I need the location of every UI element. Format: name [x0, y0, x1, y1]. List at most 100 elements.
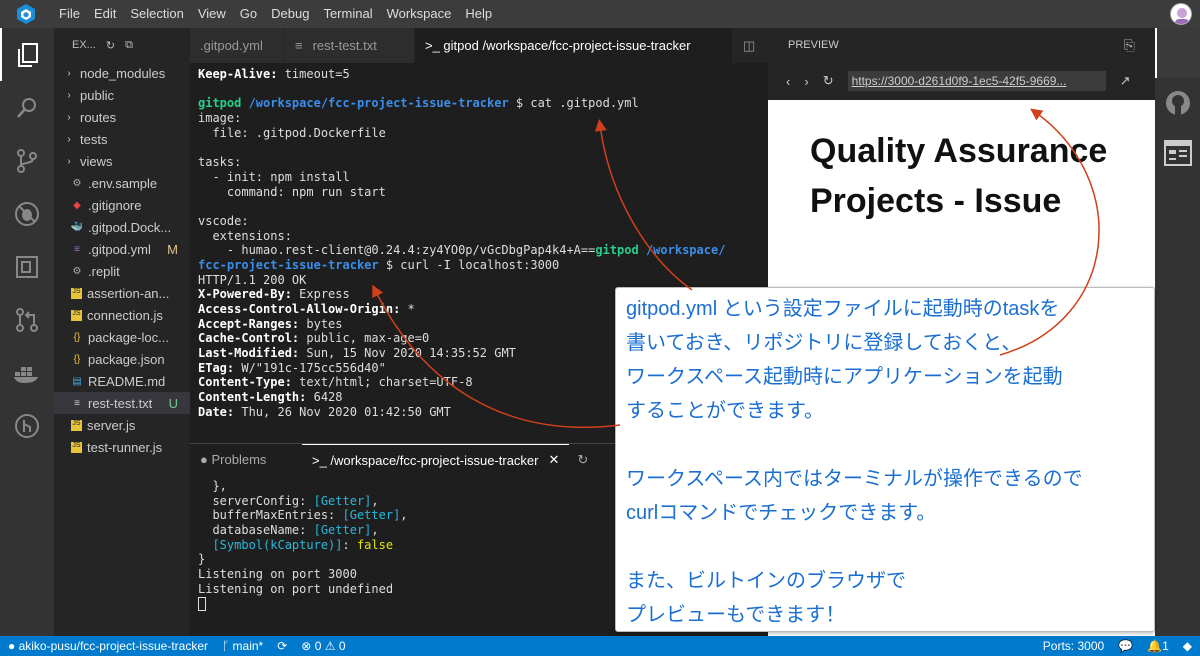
bell-icon: 🔔 — [1147, 639, 1163, 653]
folder-item[interactable]: › routes — [54, 106, 190, 128]
menu-item-edit[interactable]: Edit — [87, 0, 123, 28]
split-editor-icon[interactable]: ◫ — [733, 28, 768, 63]
file-name: test-runner.js — [87, 439, 163, 455]
chat-icon[interactable]: 💬 — [1118, 639, 1133, 653]
file-name: public — [80, 87, 114, 103]
chevron-right-icon: › — [67, 111, 71, 123]
docker-icon[interactable] — [0, 346, 54, 399]
terminal-text: bufferMaxEntries: — [198, 508, 343, 523]
status-problems[interactable]: ⊗ 0 ⚠ 0 — [301, 639, 345, 653]
tab-problems[interactable]: ● Problems — [190, 452, 302, 467]
menu-item-file[interactable]: File — [52, 0, 87, 28]
docker-file-icon: 🐳 — [70, 221, 84, 233]
terminal-text: }, — [198, 479, 227, 493]
debug-icon[interactable] — [0, 187, 54, 240]
file-item[interactable]: JS connection.js — [54, 304, 190, 326]
menu-item-go[interactable]: Go — [233, 0, 264, 28]
terminal-text: gitpod — [595, 243, 639, 258]
file-item[interactable]: JS server.js — [54, 414, 190, 436]
outline-icon[interactable] — [1155, 128, 1200, 178]
terminal-text: file: .gitpod.Dockerfile — [198, 125, 386, 140]
folder-item[interactable]: › public — [54, 84, 190, 106]
collapse-all-icon[interactable]: ⧉ — [125, 39, 133, 52]
menu-bar: File Edit Selection View Go Debug Terminal Work… — [0, 0, 1200, 28]
external-link-icon[interactable]: ↗ — [1120, 73, 1131, 89]
terminal-line: fcc-project-issue-tracker $ curl -I loca… — [198, 258, 768, 273]
forward-icon[interactable]: › — [804, 74, 808, 89]
file-name: .gitpod.Dock... — [88, 219, 172, 235]
warning-icon: ⚠ — [324, 639, 336, 653]
callout-paragraph: gitpod.yml という設定ファイルに起動時のtaskを 書いておき、リポジト… — [626, 292, 1154, 428]
status-branch[interactable]: ᚴ main* — [222, 639, 263, 653]
user-avatar[interactable] — [1170, 3, 1192, 25]
search-icon[interactable] — [0, 81, 54, 134]
reload-icon[interactable]: ↻ — [823, 73, 834, 89]
file-item[interactable]: ≡ .gitpod.yml M — [54, 238, 190, 260]
folder-item[interactable]: › node_modules — [54, 62, 190, 84]
tab-terminal[interactable]: >_ gitpod /workspace/fcc-project-issue-t… — [415, 28, 733, 63]
terminal-text: , — [371, 493, 379, 508]
extensions-icon[interactable] — [0, 240, 54, 293]
menu-item-selection[interactable]: Selection — [123, 0, 190, 28]
open-preview-icon[interactable]: ⎘ — [1124, 37, 1135, 54]
menu-item-debug[interactable]: Debug — [264, 0, 316, 28]
source-control-icon[interactable] — [0, 134, 54, 187]
file-item[interactable]: ≡ rest-test.txt U — [54, 392, 190, 414]
back-icon[interactable]: ‹ — [786, 74, 790, 89]
github-icon[interactable] — [1155, 78, 1200, 128]
terminal-text: 6428 — [306, 390, 343, 405]
explorer-title: EX... — [72, 39, 96, 51]
terminal-text: Keep-Alive: — [198, 67, 278, 81]
tab-panel-terminal[interactable]: >_ /workspace/fcc-project-issue-tracker ✕ — [302, 443, 570, 476]
js-file-icon: JS — [71, 441, 82, 453]
remote-icon[interactable] — [0, 399, 54, 452]
file-item[interactable]: ⚙ .env.sample — [54, 172, 190, 194]
menu-item-help[interactable]: Help — [458, 0, 499, 28]
terminal-text: Content-Length: — [198, 390, 307, 405]
terminal-text: bytes — [299, 316, 343, 331]
gitpod-logo-icon[interactable] — [0, 0, 52, 28]
tab-gitpod-yml[interactable]: .gitpod.yml — [190, 28, 285, 63]
status-repo[interactable]: ● akiko-pusu/fcc-project-issue-tracker — [8, 639, 208, 653]
explorer-header: EX... ↻ ⧉ — [54, 28, 190, 62]
tab-rest-test[interactable]: ≡ rest-test.txt — [285, 28, 415, 63]
url-bar[interactable]: https://3000-d261d0f9-1ec5-42f5-9669... — [847, 71, 1106, 91]
terminal-text: Access-Control-Allow-Origin: — [198, 302, 401, 316]
gitpod-status-icon[interactable]: ◆ — [1183, 639, 1192, 653]
file-item[interactable]: ▤ README.md — [54, 370, 190, 392]
file-name: tests — [80, 131, 108, 147]
sync-icon[interactable]: ⟳ — [277, 639, 287, 653]
file-item[interactable]: JS assertion-an... — [54, 282, 190, 304]
menu-item-workspace[interactable]: Workspace — [380, 0, 459, 28]
file-item[interactable]: ◆ .gitignore — [54, 194, 190, 216]
status-notifications[interactable]: 🔔1 — [1147, 639, 1169, 653]
terminal-text: } — [198, 552, 206, 567]
terminal-text: /workspace/fcc-project-issue-tracker — [241, 96, 509, 111]
refresh-icon[interactable]: ↻ — [569, 452, 596, 468]
gear-file-icon: ⚙ — [72, 265, 82, 277]
pull-request-icon[interactable] — [0, 293, 54, 346]
close-icon[interactable]: ✕ — [549, 452, 560, 468]
folder-item[interactable]: › views — [54, 150, 190, 172]
folder-item[interactable]: › tests — [54, 128, 190, 150]
file-item[interactable]: JS test-runner.js — [54, 436, 190, 458]
terminal-line: HTTP/1.1 200 OK — [198, 273, 768, 288]
callout-line: ワークスペース起動時にアプリケーションを起動 — [626, 366, 1063, 388]
refresh-icon[interactable]: ↻ — [106, 39, 115, 52]
json-file-icon: {} — [73, 331, 81, 343]
file-name: package.json — [88, 351, 165, 367]
gear-file-icon: ⚙ — [72, 177, 82, 189]
file-item[interactable]: 🐳 .gitpod.Dock... — [54, 216, 190, 238]
menu-item-terminal[interactable]: Terminal — [316, 0, 379, 28]
file-item[interactable]: {} package-loc... — [54, 326, 190, 348]
file-item[interactable]: {} package.json — [54, 348, 190, 370]
terminal-text: gitpod — [198, 96, 242, 111]
terminal-text: text/html; charset=UTF-8 — [291, 375, 473, 390]
menu-item-view[interactable]: View — [191, 0, 233, 28]
explorer-icon[interactable] — [0, 28, 54, 81]
file-name: README.md — [88, 373, 166, 389]
file-item[interactable]: ⚙ .replit — [54, 260, 190, 282]
preview-icon[interactable] — [1155, 28, 1200, 78]
status-ports[interactable]: Ports: 3000 — [1043, 639, 1104, 653]
